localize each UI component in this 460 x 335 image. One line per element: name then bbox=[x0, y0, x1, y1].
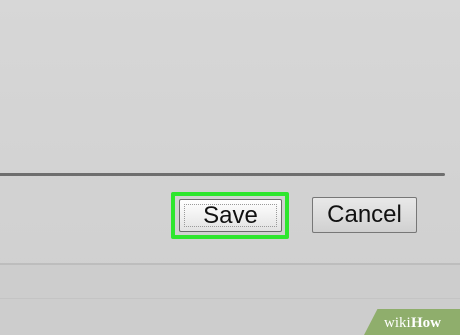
cancel-button-label: Cancel bbox=[327, 201, 402, 228]
save-button-label: Save bbox=[203, 201, 258, 229]
svg-text:wiki: wiki bbox=[384, 315, 411, 331]
svg-text:How: How bbox=[411, 315, 441, 331]
lower-panel-line bbox=[0, 298, 460, 299]
cancel-button[interactable]: Cancel bbox=[312, 197, 417, 233]
wikihow-logo: wiki How bbox=[384, 315, 441, 331]
separator-line bbox=[0, 173, 445, 176]
save-button[interactable]: Save bbox=[179, 199, 282, 232]
wikihow-watermark: wiki How bbox=[364, 309, 460, 335]
dialog-background: Save Cancel wiki How bbox=[0, 0, 460, 335]
